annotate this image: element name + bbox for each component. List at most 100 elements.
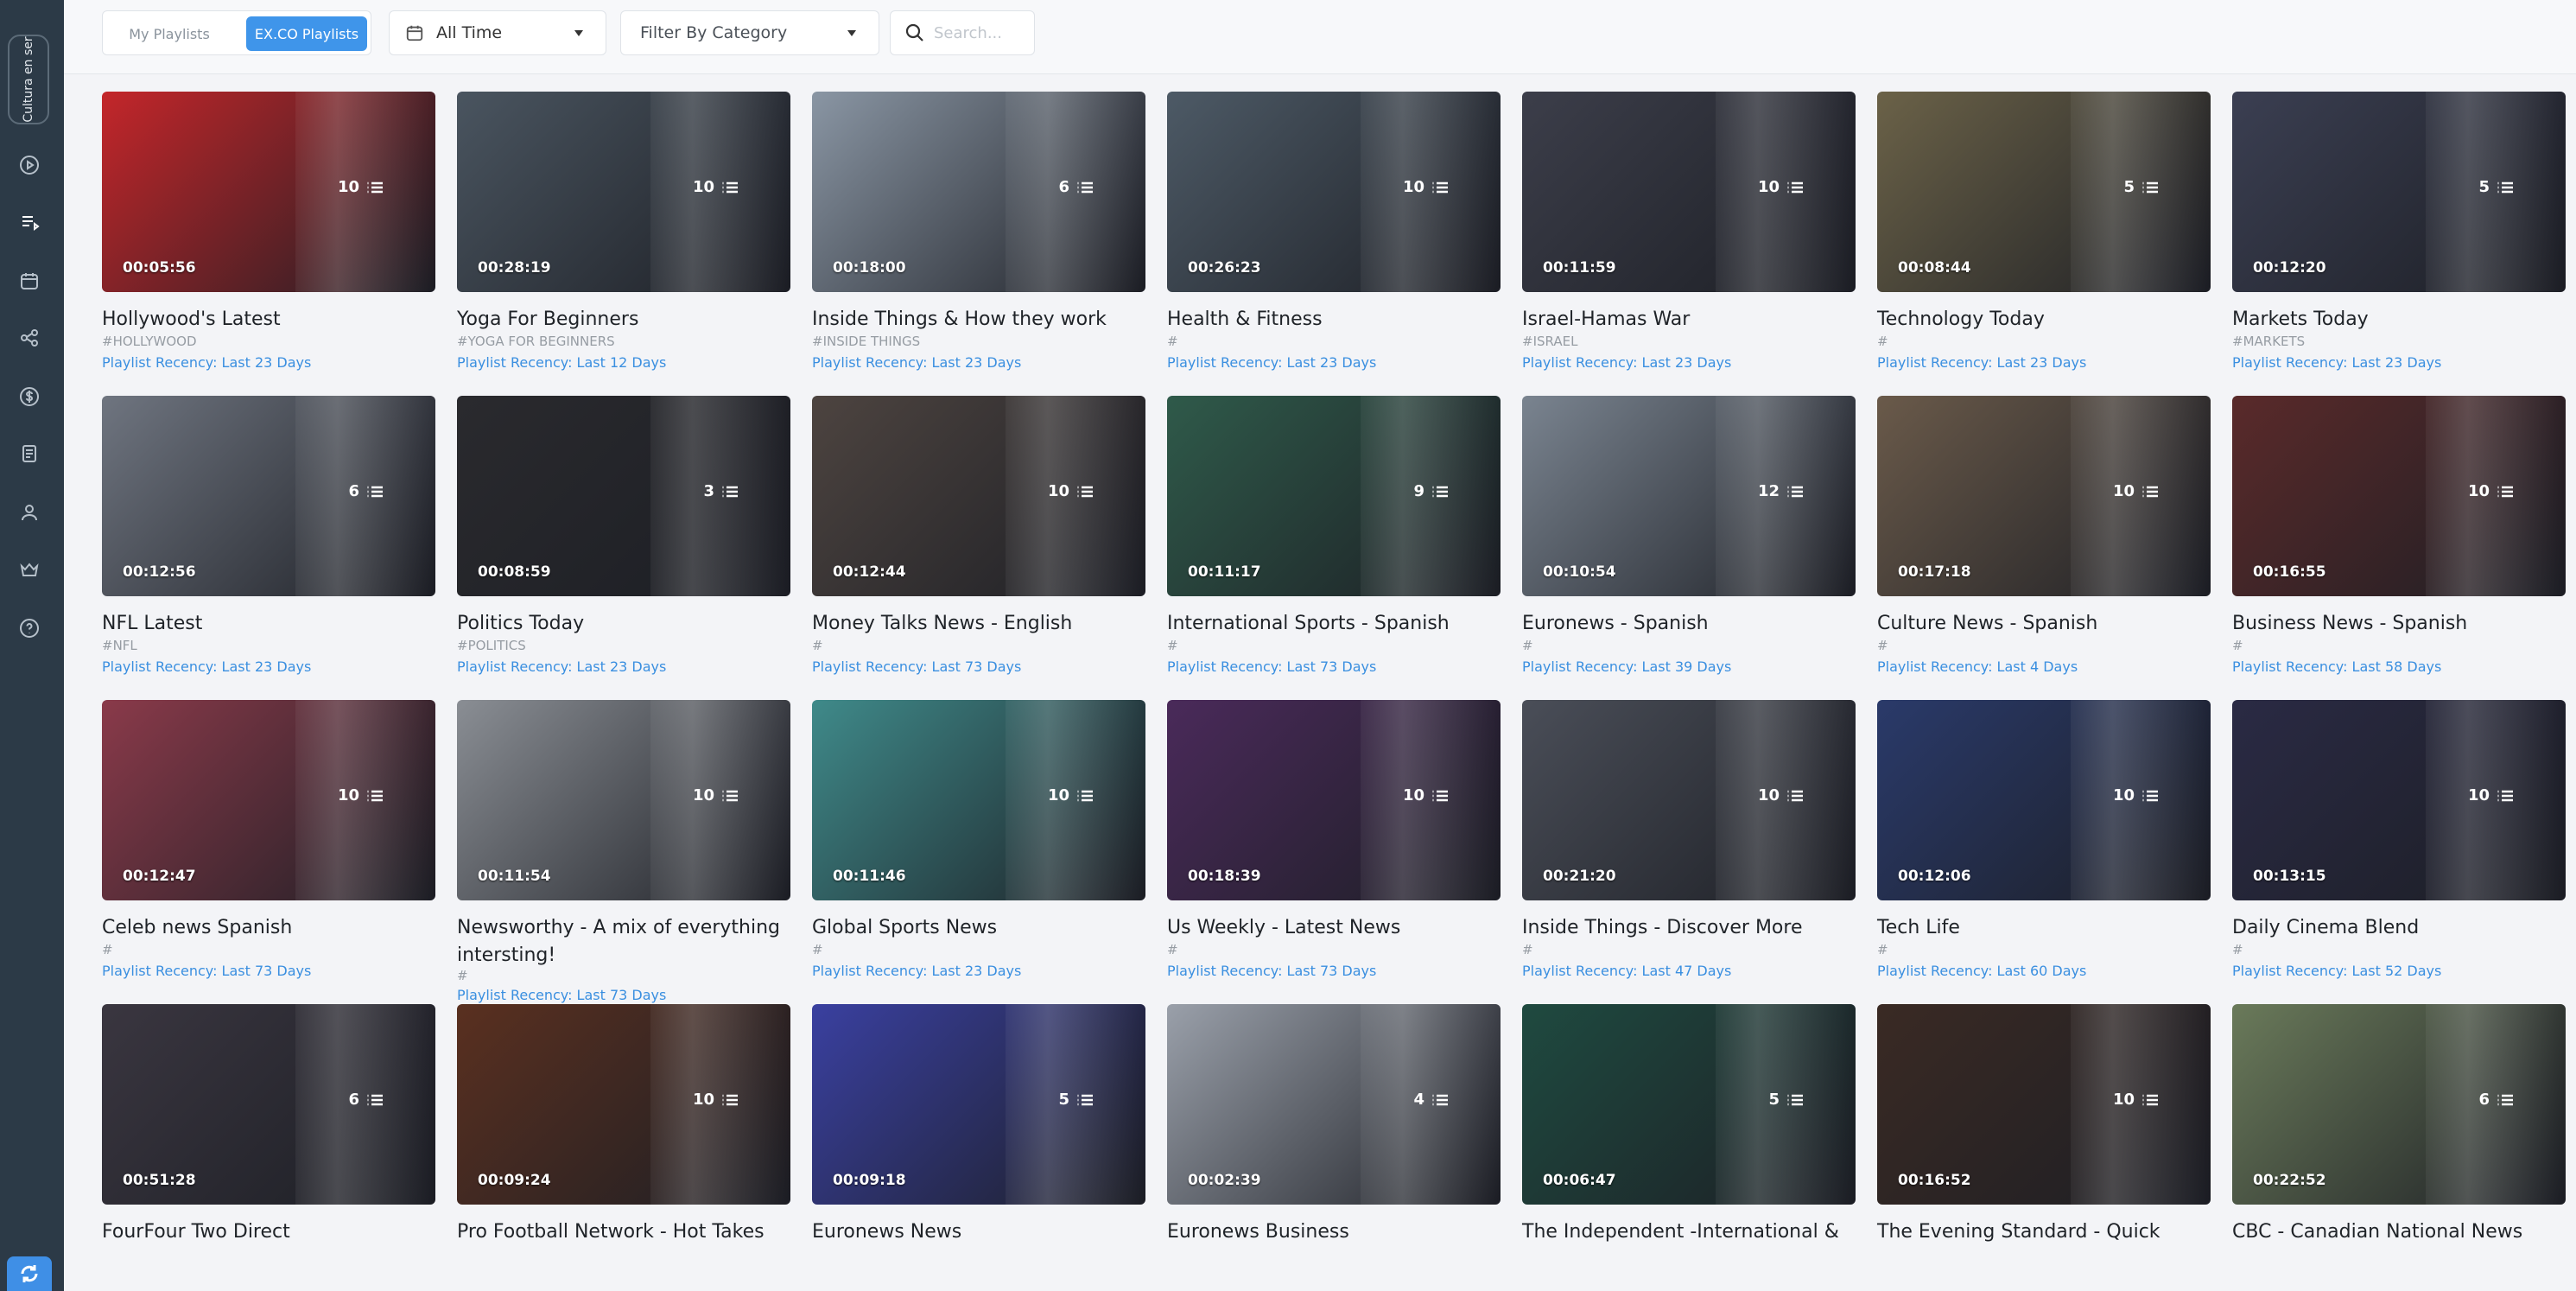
playlist-card[interactable]: 5 00:09:18 Euronews News bbox=[812, 1004, 1145, 1291]
playlist-title[interactable]: Euronews - Spanish bbox=[1522, 610, 1868, 638]
playlist-title[interactable]: The Evening Standard - Quick bbox=[1877, 1218, 2223, 1246]
playlist-card[interactable]: 10 00:11:46 Global Sports News # Playlist Re… bbox=[812, 700, 1145, 995]
tab-my-playlists[interactable]: My Playlists bbox=[108, 16, 231, 51]
category-filter-dropdown[interactable]: Filter By Category bbox=[620, 10, 879, 55]
playlist-thumbnail[interactable]: 4 00:02:39 bbox=[1167, 1004, 1501, 1205]
playlist-thumbnail[interactable]: 10 00:12:06 bbox=[1877, 700, 2211, 900]
calendar-icon[interactable] bbox=[18, 270, 41, 292]
playlist-thumbnail[interactable]: 12 00:10:54 bbox=[1522, 396, 1856, 596]
playlist-thumbnail[interactable]: 10 00:11:54 bbox=[457, 700, 790, 900]
playlist-card[interactable]: 6 00:12:56 NFL Latest #NFL Playlist Recency:… bbox=[102, 396, 435, 691]
playlist-thumbnail[interactable]: 6 00:18:00 bbox=[812, 92, 1145, 292]
playlist-title[interactable]: Inside Things & How they work bbox=[812, 306, 1158, 334]
playlist-card[interactable]: 10 00:18:39 Us Weekly - Latest News # Playli… bbox=[1167, 700, 1501, 995]
playlist-thumbnail[interactable]: 10 00:11:59 bbox=[1522, 92, 1856, 292]
playlist-card[interactable]: 10 00:05:56 Hollywood's Latest #HOLLYWOOD Pl… bbox=[102, 92, 435, 387]
playlist-title[interactable]: Euronews Business bbox=[1167, 1218, 1513, 1246]
crown-icon[interactable] bbox=[18, 558, 41, 581]
share-icon[interactable] bbox=[18, 327, 41, 349]
playlist-card[interactable]: 10 00:17:18 Culture News - Spanish # Playlis… bbox=[1877, 396, 2211, 691]
playlist-title[interactable]: Tech Life bbox=[1877, 914, 2223, 942]
playlist-title[interactable]: Euronews News bbox=[812, 1218, 1158, 1246]
playlist-card[interactable]: 12 00:10:54 Euronews - Spanish # Playlist Re… bbox=[1522, 396, 1856, 691]
playlist-thumbnail[interactable]: 6 00:12:56 bbox=[102, 396, 435, 596]
playlist-thumbnail[interactable]: 10 00:16:55 bbox=[2232, 396, 2566, 596]
playlist-card[interactable]: 10 00:09:24 Pro Football Network - Hot Tak… bbox=[457, 1004, 790, 1291]
playlist-card[interactable]: 10 00:16:55 Business News - Spanish # Playli… bbox=[2232, 396, 2566, 691]
help-icon[interactable] bbox=[18, 617, 41, 639]
playlist-title[interactable]: Global Sports News bbox=[812, 914, 1158, 942]
play-icon[interactable] bbox=[18, 154, 41, 176]
playlist-card[interactable]: 3 00:08:59 Politics Today #POLITICS Playlist… bbox=[457, 396, 790, 691]
playlist-title[interactable]: Hollywood's Latest bbox=[102, 306, 447, 334]
playlist-card[interactable]: 10 00:16:52 The Evening Standard - Quick bbox=[1877, 1004, 2211, 1291]
playlist-thumbnail[interactable]: 10 00:12:44 bbox=[812, 396, 1145, 596]
playlist-title[interactable]: Inside Things - Discover More bbox=[1522, 914, 1868, 942]
playlist-title[interactable]: CBC - Canadian National News bbox=[2232, 1218, 2576, 1246]
playlist-card[interactable]: 10 00:28:19 Yoga For Beginners #YOGA FOR BE… bbox=[457, 92, 790, 387]
tab-exco-playlists[interactable]: EX.CO Playlists bbox=[246, 16, 367, 51]
playlist-icon[interactable] bbox=[18, 211, 41, 233]
app-logo-icon[interactable] bbox=[7, 1256, 52, 1291]
playlist-card[interactable]: 10 00:11:54 Newsworthy - A mix of everythi… bbox=[457, 700, 790, 1003]
playlist-thumbnail[interactable]: 10 00:16:52 bbox=[1877, 1004, 2211, 1205]
playlist-title[interactable]: Business News - Spanish bbox=[2232, 610, 2576, 638]
playlist-card[interactable]: 10 00:12:44 Money Talks News - English # Pla… bbox=[812, 396, 1145, 691]
playlist-title[interactable]: Markets Today bbox=[2232, 306, 2576, 334]
playlist-thumbnail[interactable]: 10 00:18:39 bbox=[1167, 700, 1501, 900]
playlist-thumbnail[interactable]: 5 00:09:18 bbox=[812, 1004, 1145, 1205]
playlist-title[interactable]: International Sports - Spanish bbox=[1167, 610, 1513, 638]
playlist-thumbnail[interactable]: 6 00:51:28 bbox=[102, 1004, 435, 1205]
playlist-title[interactable]: Yoga For Beginners bbox=[457, 306, 803, 334]
playlist-thumbnail[interactable]: 10 00:05:56 bbox=[102, 92, 435, 292]
playlist-thumbnail[interactable]: 5 00:06:47 bbox=[1522, 1004, 1856, 1205]
playlist-title[interactable]: The Independent -International & bbox=[1522, 1218, 1868, 1246]
dollar-icon[interactable] bbox=[18, 385, 41, 408]
playlist-card[interactable]: 5 00:08:44 Technology Today # Playlist Recen… bbox=[1877, 92, 2211, 387]
playlist-card[interactable]: 10 00:21:20 Inside Things - Discover More #… bbox=[1522, 700, 1856, 995]
playlist-title[interactable]: Newsworthy - A mix of everything interst… bbox=[457, 914, 785, 970]
playlist-thumbnail[interactable]: 9 00:11:17 bbox=[1167, 396, 1501, 596]
playlist-title[interactable]: Israel-Hamas War bbox=[1522, 306, 1868, 334]
playlist-card[interactable]: 5 00:06:47 The Independent -International … bbox=[1522, 1004, 1856, 1291]
playlist-title[interactable]: NFL Latest bbox=[102, 610, 447, 638]
playlist-card[interactable]: 5 00:12:20 Markets Today #MARKETS Playlist R… bbox=[2232, 92, 2566, 387]
playlist-title[interactable]: Pro Football Network - Hot Takes bbox=[457, 1218, 803, 1246]
playlist-card[interactable]: 6 00:18:00 Inside Things & How they work #I… bbox=[812, 92, 1145, 387]
playlist-thumbnail[interactable]: 10 00:11:46 bbox=[812, 700, 1145, 900]
org-selector[interactable]: Cultura en ser bbox=[8, 35, 49, 124]
search-input[interactable] bbox=[934, 23, 1029, 42]
playlist-card[interactable]: 9 00:11:17 International Sports - Spanish #… bbox=[1167, 396, 1501, 691]
playlist-thumbnail[interactable]: 10 00:09:24 bbox=[457, 1004, 790, 1205]
playlist-title[interactable]: Daily Cinema Blend bbox=[2232, 914, 2576, 942]
document-icon[interactable] bbox=[18, 442, 41, 465]
playlist-title[interactable]: Technology Today bbox=[1877, 306, 2223, 334]
playlist-thumbnail[interactable]: 3 00:08:59 bbox=[457, 396, 790, 596]
playlist-card[interactable]: 10 00:12:06 Tech Life # Playlist Recency: La… bbox=[1877, 700, 2211, 995]
playlist-thumbnail[interactable]: 5 00:08:44 bbox=[1877, 92, 2211, 292]
playlist-title[interactable]: FourFour Two Direct bbox=[102, 1218, 447, 1246]
playlist-card[interactable]: 10 00:26:23 Health & Fitness # Playlist Rece… bbox=[1167, 92, 1501, 387]
playlist-title[interactable]: Us Weekly - Latest News bbox=[1167, 914, 1513, 942]
playlist-thumbnail[interactable]: 10 00:12:47 bbox=[102, 700, 435, 900]
playlist-card[interactable]: 10 00:13:15 Daily Cinema Blend # Playlist Re… bbox=[2232, 700, 2566, 995]
playlist-thumbnail[interactable]: 10 00:13:15 bbox=[2232, 700, 2566, 900]
playlist-thumbnail[interactable]: 6 00:22:52 bbox=[2232, 1004, 2566, 1205]
playlist-thumbnail[interactable]: 10 00:26:23 bbox=[1167, 92, 1501, 292]
playlist-title[interactable]: Health & Fitness bbox=[1167, 306, 1513, 334]
playlist-card[interactable]: 10 00:12:47 Celeb news Spanish # Playlist Re… bbox=[102, 700, 435, 995]
playlist-title[interactable]: Money Talks News - English bbox=[812, 610, 1158, 638]
playlist-card[interactable]: 4 00:02:39 Euronews Business bbox=[1167, 1004, 1501, 1291]
playlist-card[interactable]: 10 00:11:59 Israel-Hamas War #ISRAEL Playlis… bbox=[1522, 92, 1856, 387]
playlist-thumbnail[interactable]: 10 00:17:18 bbox=[1877, 396, 2211, 596]
playlist-title[interactable]: Culture News - Spanish bbox=[1877, 610, 2223, 638]
playlist-thumbnail[interactable]: 10 00:21:20 bbox=[1522, 700, 1856, 900]
playlist-card[interactable]: 6 00:22:52 CBC - Canadian National News bbox=[2232, 1004, 2566, 1291]
user-icon[interactable] bbox=[18, 501, 41, 524]
playlist-thumbnail[interactable]: 10 00:28:19 bbox=[457, 92, 790, 292]
time-filter-dropdown[interactable]: All Time bbox=[389, 10, 606, 55]
playlist-title[interactable]: Celeb news Spanish bbox=[102, 914, 447, 942]
playlist-title[interactable]: Politics Today bbox=[457, 610, 803, 638]
playlist-card[interactable]: 6 00:51:28 FourFour Two Direct bbox=[102, 1004, 435, 1291]
playlist-thumbnail[interactable]: 5 00:12:20 bbox=[2232, 92, 2566, 292]
